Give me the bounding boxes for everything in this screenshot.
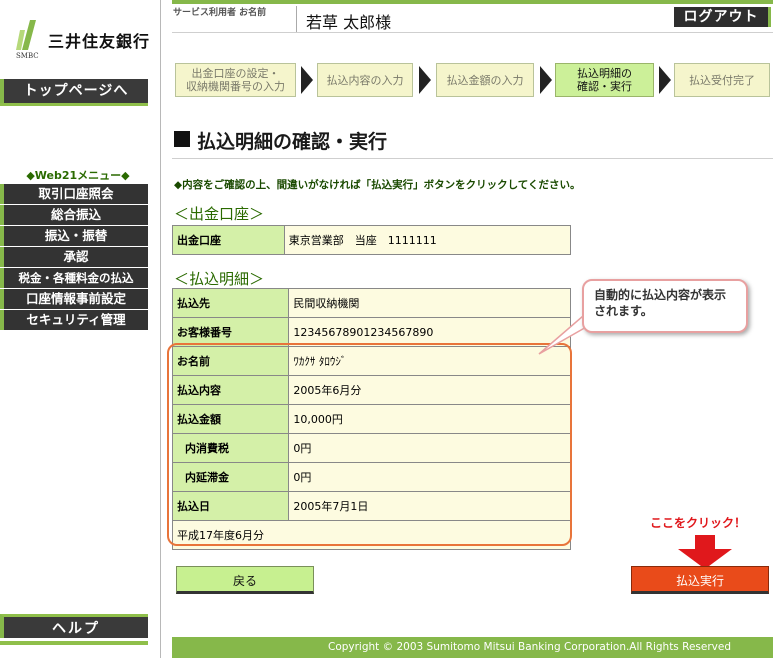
page-title: 払込明細の確認・実行 (197, 131, 388, 153)
down-arrow-icon (678, 535, 732, 569)
sidebar-item-tax-payment[interactable]: 税金・各種料金の払込 (0, 268, 148, 288)
step-account-setup: 出金口座の設定・ 収納機関番号の入力 (175, 63, 296, 97)
step-complete: 払込受付完了 (674, 63, 770, 97)
detail-value: 民間収納機関 (288, 288, 571, 318)
step-payment-amount: 払込金額の入力 (436, 63, 534, 97)
back-button[interactable]: 戻る (176, 566, 314, 594)
user-label: サービス利用者 お名前 (173, 8, 267, 18)
account-key: 出金口座 (172, 225, 285, 255)
step-arrow-icon (659, 66, 671, 94)
step-arrow-icon (301, 66, 313, 94)
sidebar-item-security[interactable]: セキュリティ管理 (0, 310, 148, 330)
step-confirm-execute: 払込明細の 確認・実行 (555, 63, 654, 97)
footer-copyright: Copyright © 2003 Sumitomo Mitsui Banking… (172, 637, 773, 658)
logout-button[interactable]: ログアウト (674, 7, 771, 27)
account-value: 東京営業部 当座 1111111 (283, 225, 572, 255)
table-row: 払込先 民間収納機関 (171, 288, 571, 318)
title-rule (172, 158, 773, 159)
click-hint-text: ここをクリック！ (650, 516, 747, 530)
top-page-button[interactable]: トップページへ (0, 79, 148, 103)
sidebar: 三井住友銀行 SMBC トップページへ ◆Web21メニュー◆ 取引口座照会 総… (0, 0, 161, 658)
brand-sub: SMBC (16, 52, 39, 60)
web21-menu-title: ◆Web21メニュー◆ (26, 169, 130, 182)
table-row: 出金口座 東京営業部 当座 1111111 (172, 225, 572, 255)
instruction-text: ◆内容をご確認の上、間違いがなければ「払込実行」ボタンをクリックしてください。 (174, 179, 581, 191)
account-section-heading: ＜出金口座＞ (174, 205, 265, 223)
sidebar-item-account-preset[interactable]: 口座情報事前設定 (0, 289, 148, 309)
execute-payment-button[interactable]: 払込実行 (631, 566, 769, 594)
header-divider (296, 6, 297, 32)
help-button[interactable]: ヘルプ (0, 614, 148, 638)
sidebar-bottom-bar (0, 641, 148, 645)
header-underline (172, 32, 773, 33)
step-arrow-icon (540, 66, 552, 94)
sidebar-item-account-inquiry[interactable]: 取引口座照会 (0, 184, 148, 204)
step-payment-content: 払込内容の入力 (317, 63, 413, 97)
brand-name: 三井住友銀行 (48, 32, 151, 51)
header-top-line (172, 0, 773, 4)
sidebar-menu: 取引口座照会 総合振込 振込・振替 承認 税金・各種料金の払込 口座情報事前設定… (0, 184, 148, 331)
user-name: 若草 太郎様 (306, 13, 392, 32)
sidebar-item-transfer[interactable]: 振込・振替 (0, 226, 148, 246)
sidebar-item-approval[interactable]: 承認 (0, 247, 148, 267)
detail-section-heading: ＜払込明細＞ (174, 270, 265, 288)
sidebar-item-bulk-transfer[interactable]: 総合振込 (0, 205, 148, 225)
smbc-logo-icon (16, 20, 36, 50)
title-square-icon (174, 131, 190, 147)
account-table: 出金口座 東京営業部 当座 1111111 (172, 225, 572, 255)
callout-bubble: 自動的に払込内容が表示されます。 (582, 279, 748, 333)
highlight-frame (167, 343, 572, 546)
step-arrow-icon (419, 66, 431, 94)
detail-key: 払込先 (171, 288, 290, 318)
